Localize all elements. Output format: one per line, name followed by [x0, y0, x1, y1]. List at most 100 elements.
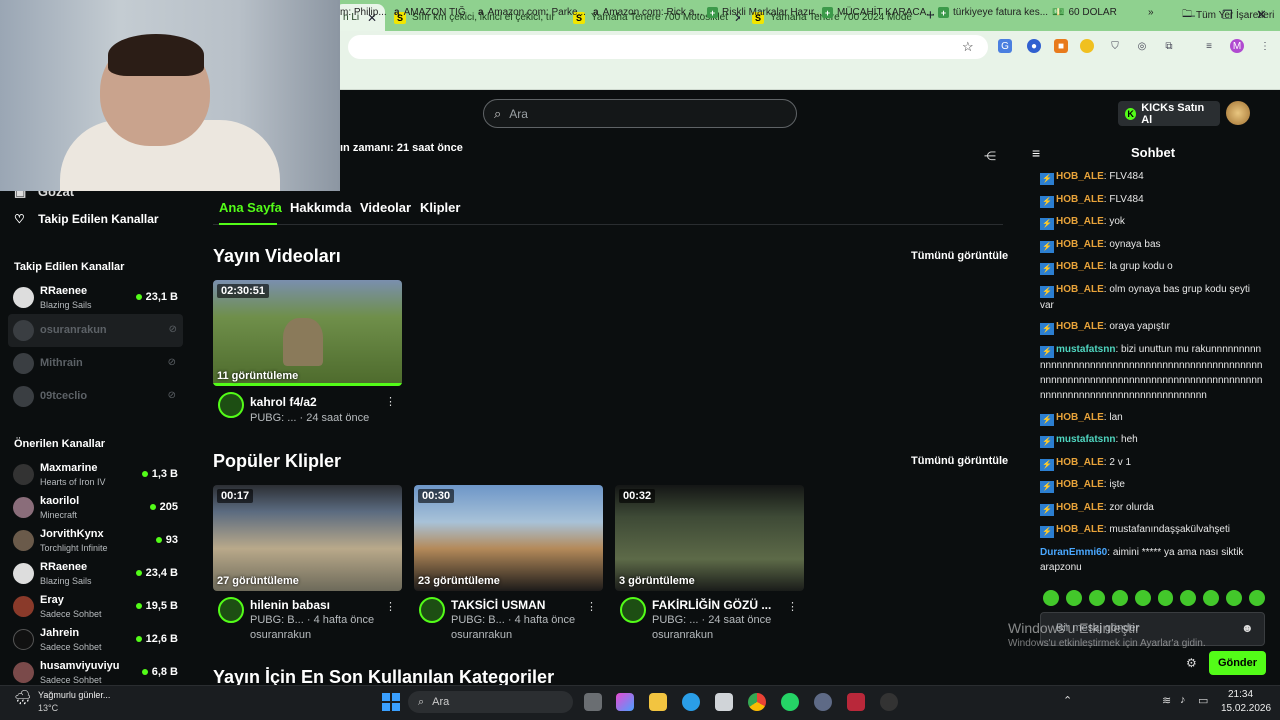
chat-username[interactable]: HOB_ALE	[1056, 171, 1104, 182]
store-icon[interactable]	[715, 693, 733, 711]
weather-icon[interactable]: 🌧	[14, 689, 32, 706]
more-options-icon[interactable]: ⋮	[586, 600, 597, 613]
sidebar-channel[interactable]: 09tceclio ⊘	[0, 380, 190, 413]
avatar[interactable]	[218, 392, 244, 418]
emote-icon[interactable]	[1065, 590, 1082, 606]
bookmark-item[interactable]: m: Philip...	[340, 7, 387, 18]
shield-icon[interactable]: ⛉	[1108, 39, 1122, 53]
chat-username[interactable]: HOB_ALE	[1056, 457, 1104, 468]
sidebar-channel[interactable]: kaorilol Minecraft 205	[0, 491, 190, 524]
tab-home[interactable]: Ana Sayfa	[219, 200, 282, 215]
puzzle-icon[interactable]: ⧉	[1162, 39, 1176, 53]
sidebar-channel[interactable]: JorvithKynx Torchlight Infinite 93	[0, 524, 190, 557]
sidebar-channel[interactable]: Jahrein Sadece Sohbet 12,6 B	[0, 623, 190, 656]
weather-title[interactable]: Yağmurlu günler...	[38, 690, 110, 700]
share-icon[interactable]: ⋲	[984, 149, 996, 163]
sidebar-item-following[interactable]: ♡ Takip Edilen Kanallar	[14, 212, 159, 226]
clock-time[interactable]: 21:34	[1228, 689, 1253, 700]
sidebar-channel[interactable]: husamviyuviyu Sadece Sohbet 6,8 B	[0, 656, 190, 685]
chat-username[interactable]: HOB_ALE	[1056, 321, 1104, 332]
app-icon[interactable]	[847, 693, 865, 711]
chat-username[interactable]: HOB_ALE	[1056, 284, 1104, 295]
task-view-icon[interactable]	[584, 693, 602, 711]
chat-username[interactable]: HOB_ALE	[1056, 412, 1104, 423]
gear-icon[interactable]: ⚙	[1186, 656, 1197, 670]
sidebar-channel[interactable]: Mithrain ⊘	[0, 347, 190, 380]
bookmark-item[interactable]: + türkiyeye fatura kes...	[938, 7, 1048, 18]
see-all-videos-link[interactable]: Tümünü görüntüle	[911, 250, 1008, 262]
emote-icon[interactable]	[1043, 590, 1059, 606]
bookmark-item[interactable]: a Amazon.com: Parke...	[478, 7, 586, 18]
chrome-icon[interactable]	[748, 693, 766, 711]
chat-username[interactable]: HOB_ALE	[1056, 261, 1104, 272]
avatar[interactable]	[419, 597, 445, 623]
emote-icon[interactable]	[1180, 590, 1197, 606]
send-button[interactable]: Gönder	[1209, 651, 1266, 675]
app-icon[interactable]	[814, 693, 832, 711]
chat-username[interactable]: mustafatsnn	[1056, 344, 1115, 355]
sidebar-channel[interactable]: RRaenee Blazing Sails 23,4 B	[0, 557, 190, 590]
chat-username[interactable]: HOB_ALE	[1056, 194, 1104, 205]
sidebar-channel[interactable]: RRaenee Blazing Sails 23,1 B	[0, 281, 190, 314]
translate-extension-icon[interactable]: G	[998, 39, 1012, 53]
emote-icon[interactable]	[1134, 590, 1151, 606]
bookmark-item[interactable]: + MÜCAHİT KARACA...	[822, 7, 935, 18]
bookmarks-overflow-icon[interactable]: »	[1148, 7, 1154, 18]
avatar[interactable]	[218, 597, 244, 623]
collapse-chat-icon[interactable]: ≡	[1032, 145, 1040, 161]
extension-icon[interactable]	[1080, 39, 1094, 53]
buy-kicks-button[interactable]: K KICKs Satın Al	[1118, 101, 1220, 126]
clip-title[interactable]: FAKİRLİĞİN GÖZÜ ...	[652, 598, 771, 612]
chevron-up-icon[interactable]: ⌃	[1063, 694, 1072, 707]
windows-start-icon[interactable]	[382, 693, 400, 711]
battery-icon[interactable]: ▭	[1198, 694, 1208, 707]
emote-icon[interactable]	[1157, 590, 1174, 606]
extension-icon[interactable]: ◎	[1135, 39, 1149, 53]
chat-username[interactable]: HOB_ALE	[1056, 239, 1104, 250]
emote-icon[interactable]	[1249, 590, 1266, 606]
video-thumbnail[interactable]: 02:30:51 11 görüntüleme	[213, 280, 402, 386]
video-title[interactable]: kahrol f4/a2	[250, 395, 317, 409]
clip-thumbnail[interactable]: 00:30 23 görüntüleme	[414, 485, 603, 591]
sidebar-channel[interactable]: Maxmarine Hearts of Iron IV 1,3 B	[0, 458, 190, 491]
copilot-icon[interactable]	[616, 693, 634, 711]
taskbar-search-input[interactable]: ⌕ Ara	[408, 691, 573, 713]
clip-thumbnail[interactable]: 00:17 27 görüntüleme	[213, 485, 402, 591]
emote-icon[interactable]	[1226, 590, 1243, 606]
bookmark-item[interactable]: 💵 60 DOLAR	[1052, 7, 1117, 18]
star-icon[interactable]: ☆	[962, 39, 974, 55]
clip-title[interactable]: TAKSİCİ USMAN	[451, 598, 545, 612]
clip-channel[interactable]: osuranrakun	[250, 629, 311, 641]
clip-title[interactable]: hilenin babası	[250, 598, 330, 612]
chat-username[interactable]: HOB_ALE	[1056, 502, 1104, 513]
wifi-icon[interactable]: ≋	[1162, 694, 1171, 707]
edge-icon[interactable]	[682, 693, 700, 711]
clip-channel[interactable]: osuranrakun	[451, 629, 512, 641]
tab-about[interactable]: Hakkımda	[290, 200, 351, 215]
bookmark-item[interactable]: a AMAZON TIĞ	[394, 7, 466, 18]
file-explorer-icon[interactable]	[649, 693, 667, 711]
url-input[interactable]	[348, 35, 988, 59]
chat-username[interactable]: HOB_ALE	[1056, 479, 1104, 490]
chat-username[interactable]: HOB_ALE	[1056, 524, 1104, 535]
whatsapp-icon[interactable]	[781, 693, 799, 711]
emote-icon[interactable]	[1203, 590, 1220, 606]
see-all-clips-link[interactable]: Tümünü görüntüle	[911, 455, 1008, 467]
more-options-icon[interactable]: ⋮	[385, 600, 396, 613]
emote-icon[interactable]	[1111, 590, 1128, 606]
tab-videos[interactable]: Videolar	[360, 200, 411, 215]
more-options-icon[interactable]: ⋮	[787, 600, 798, 613]
clip-channel[interactable]: osuranrakun	[652, 629, 713, 641]
search-input[interactable]: ⌕ Ara	[483, 99, 797, 128]
volume-icon[interactable]: ♪	[1180, 694, 1186, 706]
all-bookmarks-item[interactable]: 🗀 Tüm Yer İşaretleri	[1182, 7, 1274, 24]
clip-thumbnail[interactable]: 00:32 3 görüntüleme	[615, 485, 804, 591]
chat-username[interactable]: HOB_ALE	[1056, 216, 1104, 227]
bookmark-item[interactable]: a Amazon.com: Rick a...	[593, 7, 703, 18]
user-avatar[interactable]	[1226, 101, 1250, 125]
tab-clips[interactable]: Klipler	[420, 200, 460, 215]
emote-icon[interactable]	[1088, 590, 1105, 606]
bookmark-item[interactable]: + Riskli Markalar Hazır...	[707, 7, 822, 18]
more-options-icon[interactable]: ⋮	[385, 395, 396, 408]
extension-icon[interactable]: ●	[1027, 39, 1041, 53]
